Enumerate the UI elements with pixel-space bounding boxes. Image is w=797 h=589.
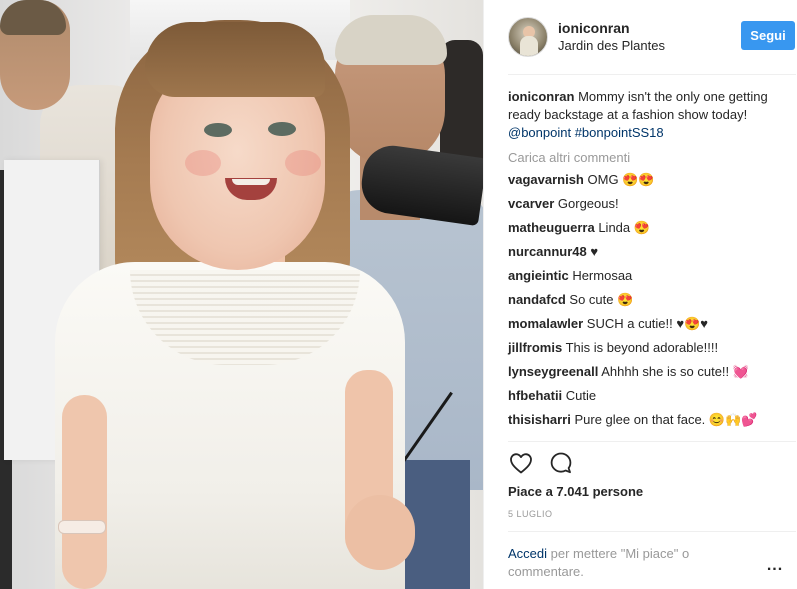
comment-username[interactable]: vcarver bbox=[508, 196, 554, 211]
comment-username[interactable]: jillfromis bbox=[508, 340, 562, 355]
heart-outline-icon[interactable] bbox=[508, 450, 534, 476]
more-options-icon[interactable]: ... bbox=[764, 557, 786, 574]
divider bbox=[508, 74, 796, 75]
comment-text: Pure glee on that face. 😊🙌💕 bbox=[574, 412, 758, 427]
comment-bubble-icon[interactable] bbox=[548, 450, 574, 476]
header-location[interactable]: Jardin des Plantes bbox=[558, 37, 665, 55]
comment-username[interactable]: momalawler bbox=[508, 316, 583, 331]
comment-text: Cutie bbox=[565, 388, 597, 403]
photo-girl-cheek-left bbox=[185, 150, 221, 176]
comment-username[interactable]: nurcannur48 bbox=[508, 244, 587, 259]
comment-item: jillfromis This is beyond adorable!!!! bbox=[508, 339, 797, 357]
post-container: ioniconran Jardin des Plantes Segui ioni… bbox=[0, 0, 797, 589]
comment-item: lynseygreenall Ahhhh she is so cute!! 💓 bbox=[508, 363, 797, 381]
comment-username[interactable]: nandafcd bbox=[508, 292, 566, 307]
comment-item: momalawler SUCH a cutie!! ♥😍♥ bbox=[508, 315, 797, 333]
caption-mention[interactable]: @bonpoint bbox=[508, 125, 571, 140]
comment-username[interactable]: thisisharri bbox=[508, 412, 571, 427]
comment-item: nandafcd So cute 😍 bbox=[508, 291, 797, 309]
comment-username[interactable]: vagavarnish bbox=[508, 172, 584, 187]
photo-man-hair bbox=[335, 15, 447, 65]
login-link[interactable]: Accedi bbox=[508, 546, 547, 561]
comment-text: So cute 😍 bbox=[569, 292, 634, 307]
caption: ioniconran Mommy isn't the only one gett… bbox=[508, 88, 797, 142]
post-header: ioniconran Jardin des Plantes Segui bbox=[484, 0, 797, 74]
comment-username[interactable]: lynseygreenall bbox=[508, 364, 598, 379]
comment-text: This is beyond adorable!!!! bbox=[565, 340, 719, 355]
login-to-comment: Accedi per mettere "Mi piace" o commenta… bbox=[508, 545, 748, 581]
comments-list: ioniconran Mommy isn't the only one gett… bbox=[508, 88, 797, 435]
load-more-comments-link[interactable]: Carica altri commenti bbox=[508, 149, 797, 167]
comment-text: OMG 😍😍 bbox=[587, 172, 655, 187]
photo-girl-fringe bbox=[145, 22, 325, 97]
comment-text: ♥ bbox=[590, 244, 599, 259]
photo-person-left-hair bbox=[0, 0, 66, 35]
photo-girl-eye-right bbox=[268, 122, 296, 136]
post-photo[interactable] bbox=[0, 0, 483, 589]
photo-girl-arm-left bbox=[62, 395, 107, 589]
divider bbox=[508, 441, 796, 442]
header-username[interactable]: ioniconran bbox=[558, 19, 665, 37]
comment-text: SUCH a cutie!! ♥😍♥ bbox=[586, 316, 708, 331]
comment-item: nurcannur48 ♥ bbox=[508, 243, 797, 261]
comment-item: angieintic Hermosaa bbox=[508, 267, 797, 285]
comment-item: vcarver Gorgeous! bbox=[508, 195, 797, 213]
comment-username[interactable]: matheuguerra bbox=[508, 220, 595, 235]
comment-text: Gorgeous! bbox=[557, 196, 619, 211]
caption-hashtag[interactable]: #bonpointSS18 bbox=[575, 125, 664, 140]
comment-username[interactable]: hfbehatii bbox=[508, 388, 562, 403]
avatar[interactable] bbox=[508, 17, 548, 57]
photo-wristband bbox=[58, 520, 106, 534]
post-date[interactable]: 5 LUGLIO bbox=[508, 509, 553, 519]
photo-girl-eye-left bbox=[204, 123, 232, 137]
comment-text: Linda 😍 bbox=[598, 220, 650, 235]
caption-username[interactable]: ioniconran bbox=[508, 89, 574, 104]
likes-count[interactable]: Piace a 7.041 persone bbox=[508, 484, 643, 499]
follow-button[interactable]: Segui bbox=[741, 21, 795, 50]
comment-item: thisisharri Pure glee on that face. 😊🙌💕 bbox=[508, 411, 797, 429]
post-actions bbox=[508, 450, 574, 476]
post-side-panel: ioniconran Jardin des Plantes Segui ioni… bbox=[483, 0, 797, 589]
comment-item: vagavarnish OMG 😍😍 bbox=[508, 171, 797, 189]
photo-girl-cheek-right bbox=[285, 150, 321, 176]
divider bbox=[508, 531, 796, 532]
comment-text: Hermosaa bbox=[572, 268, 633, 283]
comment-item: matheuguerra Linda 😍 bbox=[508, 219, 797, 237]
comment-text: Ahhhh she is so cute!! 💓 bbox=[601, 364, 749, 379]
comment-item: hfbehatii Cutie bbox=[508, 387, 797, 405]
photo-girl-teeth bbox=[232, 179, 270, 185]
user-block: ioniconran Jardin des Plantes bbox=[558, 19, 665, 55]
comment-username[interactable]: angieintic bbox=[508, 268, 569, 283]
photo-girl-hand bbox=[345, 495, 415, 570]
